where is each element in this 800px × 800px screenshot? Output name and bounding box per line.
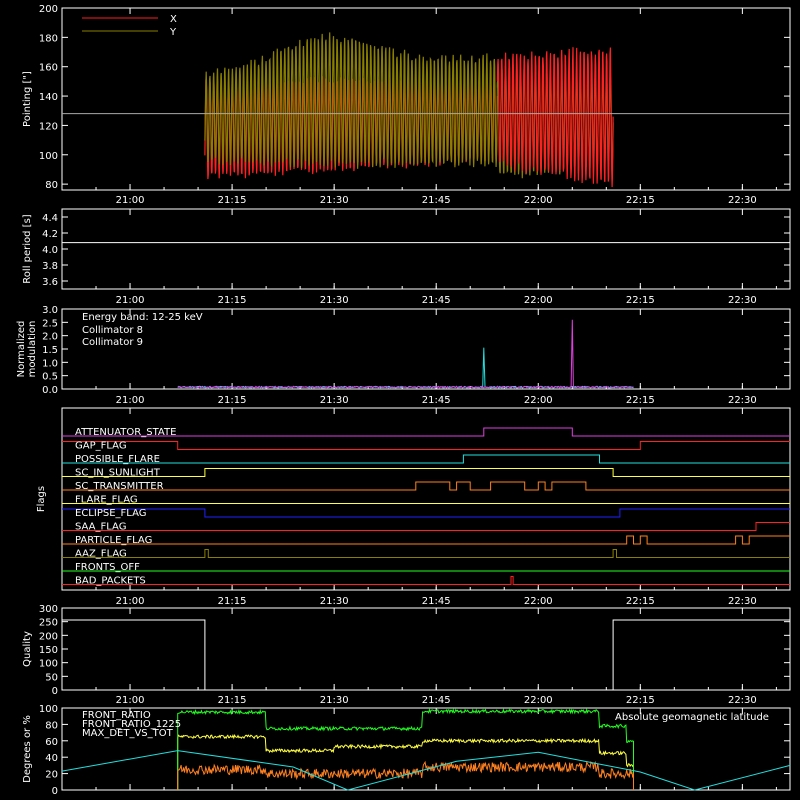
x-tick-label: 22:15 [626,295,655,306]
y-axis-label: Roll period [s] [22,214,33,283]
legend-label-x: X [170,14,177,25]
x-tick-label: 22:00 [524,395,553,406]
rhessi-observing-summary: 21:00 21:15 21:30 21:45 22:00 22:15 22:30 80 100… [0,0,800,800]
y-tick-label: 200 [39,631,58,642]
y-tick-label: 100 [39,704,58,715]
flag-label-possible-flare: POSSIBLE_FLARE [75,454,160,465]
y-tick-label: 160 [39,63,58,74]
y-tick-label: 150 [39,645,58,656]
legend-label-collimator-9: Collimator 9 [82,337,143,348]
y-tick-label: 80 [45,180,58,191]
y-tick-label: 0.0 [42,385,58,396]
x-tick-label: 22:00 [524,195,553,206]
y-tick-label: 3.6 [42,277,58,288]
legend-label-y: Y [169,27,177,38]
flag-label-aaz-flag: AAZ_FLAG [75,549,127,560]
x-tick-label: 22:15 [626,395,655,406]
x-tick-label: 21:45 [422,295,451,306]
y-tick-label: 0.5 [42,372,58,383]
flag-label-gap-flag: GAP_FLAG [75,441,127,452]
x-tick-label: 21:30 [320,195,349,206]
flag-label-sc-transmitter: SC_TRANSMITTER [75,481,164,492]
x-tick-label: 21:00 [116,395,145,406]
x-tick-label: 22:30 [728,395,757,406]
y-tick-label: 1.0 [42,358,58,369]
flag-label-eclipse-flag: ECLIPSE_FLAG [75,508,146,519]
flag-label-sc-in-sunlight: SC_IN_SUNLIGHT [75,468,161,479]
x-tick-label: 22:30 [728,695,757,706]
y-tick-label: 100 [39,151,58,162]
flag-label-particle-flag: PARTICLE_FLAG [75,535,152,546]
x-tick-label: 22:30 [728,195,757,206]
x-tick-label: 21:30 [320,295,349,306]
y-tick-label: 40 [45,753,58,764]
x-tick-label: 22:15 [626,596,655,607]
x-tick-label: 22:15 [626,695,655,706]
x-tick-label: 21:15 [218,195,247,206]
flag-label-saa-flag: SAA_FLAG [75,522,126,533]
y-tick-label: 120 [39,121,58,132]
flag-label-bad-packets: BAD_PACKETS [75,576,146,587]
x-tick-label: 22:00 [524,596,553,607]
x-tick-label: 21:00 [116,295,145,306]
y-tick-label: 4.0 [42,245,58,256]
y-tick-label: 3.8 [42,261,58,272]
y-tick-label: 80 [45,720,58,731]
x-tick-label: 21:15 [218,395,247,406]
y-tick-label: 100 [39,659,58,670]
x-tick-label: 21:00 [116,695,145,706]
y-tick-label: 140 [39,92,58,103]
x-tick-label: 21:00 [116,596,145,607]
flag-label-flare-flag: FLARE_FLAG [75,495,138,506]
x-tick-label: 21:45 [422,596,451,607]
y-tick-label: 250 [39,618,58,629]
legend-label-max-det-vs-tot: MAX_DET_VS_TOT [82,728,174,739]
flag-label-fronts-off: FRONTS_OFF [75,562,140,573]
x-tick-label: 22:30 [728,295,757,306]
x-tick-label: 22:00 [524,695,553,706]
x-tick-label: 21:00 [116,195,145,206]
y-tick-label: 200 [39,4,58,15]
legend-label-collimator-8: Collimator 8 [82,325,143,336]
x-tick-label: 21:15 [218,695,247,706]
x-tick-label: 21:45 [422,395,451,406]
y-axis-label: Normalized [16,321,27,378]
y-tick-label: 20 [45,770,58,781]
x-tick-label: 22:30 [728,596,757,607]
y-tick-label: 1.5 [42,345,58,356]
y-tick-label: 300 [39,604,58,615]
x-tick-label: 22:00 [524,295,553,306]
legend-label-geomagnetic-latitude: Absolute geomagnetic latitude [615,712,769,723]
y-axis-label: Quality [22,631,33,667]
y-axis-label: Flags [36,486,47,512]
y-axis-label: Degrees or % [22,715,33,783]
y-tick-label: 4.2 [42,229,58,240]
y-tick-label: 3.0 [42,305,58,316]
x-tick-label: 21:30 [320,596,349,607]
x-tick-label: 21:45 [422,195,451,206]
flag-label-attenuator-state: ATTENUATOR_STATE [75,427,176,438]
energy-band-annotation: Energy band: 12-25 keV [82,312,203,323]
x-tick-label: 21:30 [320,395,349,406]
y-tick-label: 4.4 [42,213,58,224]
x-tick-label: 21:15 [218,596,247,607]
y-tick-label: 60 [45,737,58,748]
y-axis-label: Pointing ["] [22,71,33,127]
x-tick-label: 21:15 [218,295,247,306]
x-tick-label: 21:30 [320,695,349,706]
y-tick-label: 2.0 [42,332,58,343]
y-tick-label: 180 [39,33,58,44]
y-tick-label: 0 [52,686,58,697]
y-tick-label: 2.5 [42,318,58,329]
x-tick-label: 22:15 [626,195,655,206]
y-axis-label: modulation [27,321,38,378]
y-tick-label: 0 [52,786,58,797]
y-tick-label: 50 [45,672,58,683]
x-tick-label: 21:45 [422,695,451,706]
